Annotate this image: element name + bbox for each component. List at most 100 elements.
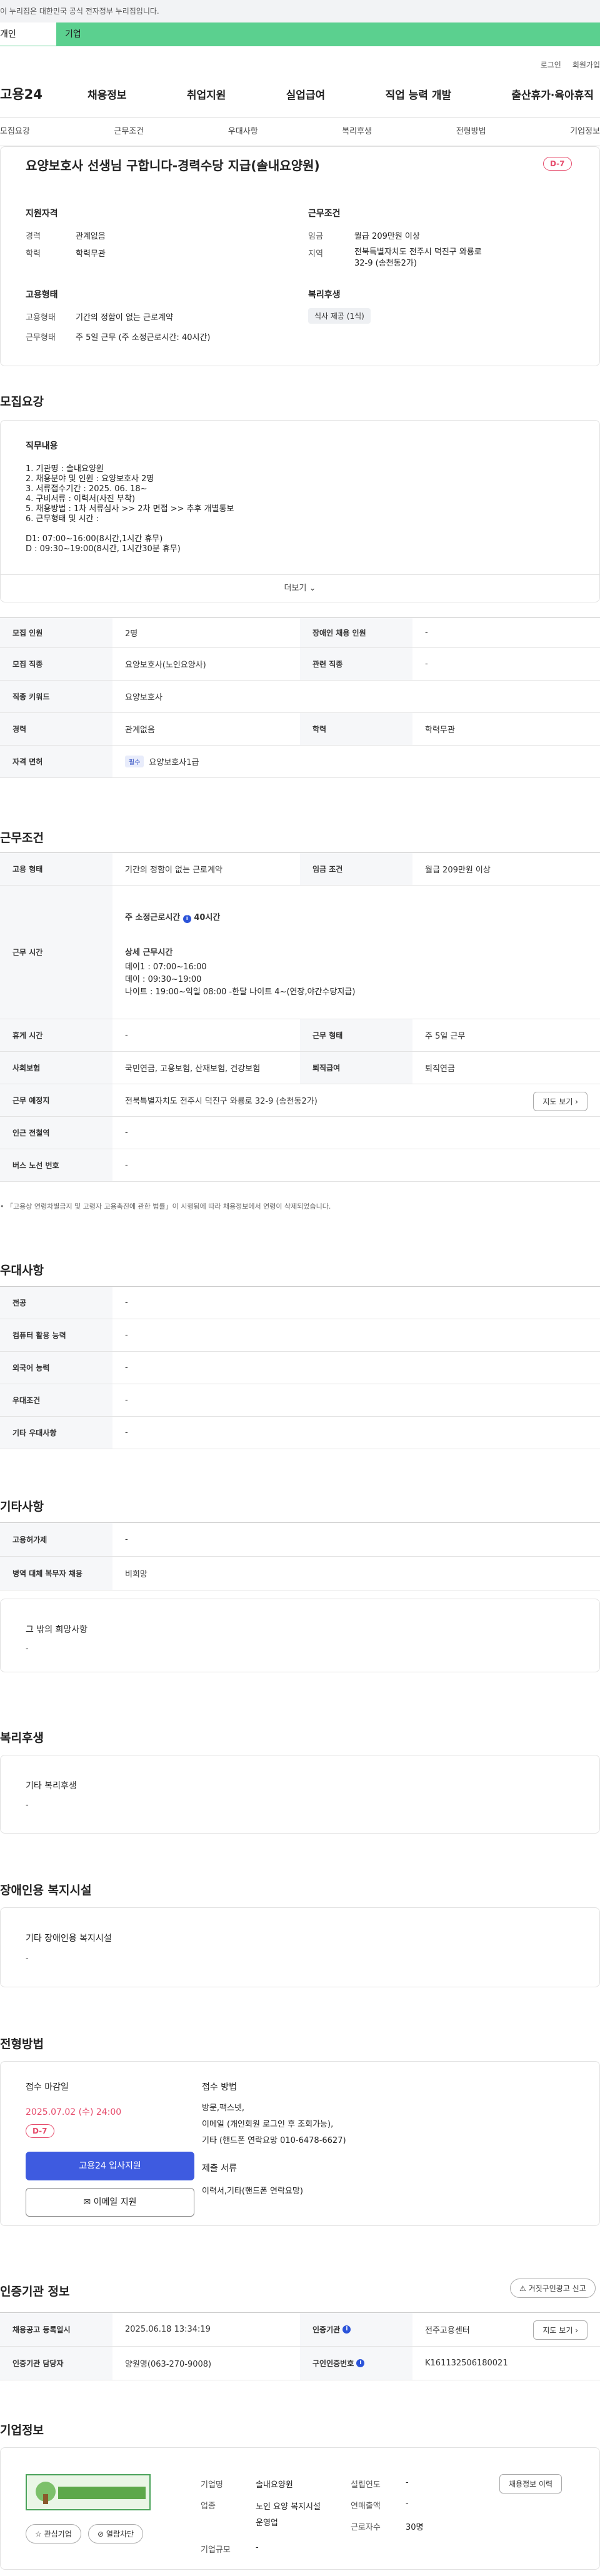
block-button[interactable]: ⊘ 열람차단 (88, 2524, 144, 2544)
nav-parental-leave[interactable]: 출산휴가·육아휴직 (505, 86, 600, 102)
site-logo[interactable]: 고용24 (0, 84, 81, 103)
industry-label: 업종 (201, 2502, 216, 2511)
dday-badge: D-7 (26, 2124, 54, 2138)
role-tabs: 개인 기업 (0, 22, 600, 46)
row-label: 컴퓨터 활용 능력 (0, 1319, 112, 1351)
utility-links: 로그인 회원가입 (0, 46, 600, 70)
welfare-heading: 복리후생 (308, 290, 341, 300)
etype-value: 기간의 정함이 없는 근로계약 (76, 313, 173, 322)
disab-card: 기타 장애인용 복지시설 - (0, 1907, 600, 1987)
anchor-tabs: 모집요강 근무조건 우대사항 복리후생 전형방법 기업정보 (0, 117, 600, 146)
tab-personal[interactable]: 개인 (0, 22, 56, 46)
table-row: 경력 관계없음 학력 학력무관 (0, 713, 600, 746)
recruit-title: 모집요강 (0, 395, 44, 409)
info-icon[interactable]: i (356, 2359, 365, 2367)
employees-label: 근로자수 (351, 2523, 381, 2532)
block-icon: ⊘ (98, 2530, 104, 2539)
map-button[interactable]: 지도 보기 › (533, 1092, 588, 1111)
row-label: 휴게 시간 (0, 1019, 112, 1051)
row-label: 직종 키워드 (0, 681, 112, 712)
row-value: 관계없음 (125, 726, 155, 735)
login-link[interactable]: 로그인 (541, 61, 561, 69)
row-value: - (425, 659, 428, 669)
anchor-recruit[interactable]: 모집요강 (0, 118, 30, 146)
deadline-heading: 접수 마감일 (26, 2082, 69, 2092)
map-button-label: 지도 보기 (542, 2326, 573, 2335)
detail-hours-text: 데이1 : 07:00~16:00 데이 : 09:30~19:00 나이트 :… (125, 962, 356, 997)
signup-link[interactable]: 회원가입 (572, 61, 600, 69)
global-nav: 고용24 채용정보 취업지원 실업급여 직업 능력 개발 출산휴가·육아휴직 (0, 70, 600, 117)
disab-heading: 기타 장애인용 복지시설 (26, 1934, 112, 1944)
career-value: 관계없음 (76, 232, 106, 241)
fav-company-button[interactable]: ☆ 관심기업 (26, 2524, 81, 2544)
welfare-tag: 식사 제공 (1식) (308, 308, 371, 324)
cert-title: 인증기관 정보 (0, 2285, 70, 2299)
cond-heading: 근무조건 (308, 209, 341, 219)
pref-title: 우대사항 (0, 1264, 44, 1277)
row-value: 퇴직연금 (425, 1064, 455, 1074)
nav-jobs[interactable]: 채용정보 (81, 86, 133, 102)
tab-company[interactable]: 기업 (56, 22, 600, 46)
edu-value: 학력무관 (76, 249, 106, 259)
row-value: 기간의 정함이 없는 근로계약 (125, 866, 222, 875)
table-row: 모집 직종 요양보호사(노인요양사) 관련 직종 - (0, 648, 600, 681)
email-apply-label: 이메일 지원 (93, 2197, 137, 2207)
anchor-pref[interactable]: 우대사항 (228, 118, 258, 146)
fav-label: 관심기업 (44, 2530, 72, 2539)
table-row: 고용허가제 - (0, 1523, 600, 1557)
doc-value: 이력서,기타(핸드폰 연락요망) (202, 2187, 303, 2196)
apply-card: 접수 마감일 2025.07.02 (수) 24:00 D-7 고용24 입사지… (0, 2061, 600, 2226)
row-label: 전공 (0, 1287, 112, 1319)
email-apply-button[interactable]: ✉ 이메일 지원 (26, 2188, 194, 2217)
nav-unemployment-benefit[interactable]: 실업급여 (280, 86, 332, 102)
row-label: 고용 형태 (0, 853, 112, 885)
job-summary-card: 요양보호사 선생님 구합니다-경력수당 지급(솔내요양원) D-7 지원자격 근… (0, 146, 600, 366)
report-label: 거짓구인광고 신고 (528, 2284, 586, 2293)
wtype-value: 주 5일 근무 (주 소정근로시간: 40시간) (76, 333, 211, 342)
row-label: 우대조건 (0, 1384, 112, 1416)
age-notice-text: 「고용상 연령차별금지 및 고령자 고용촉진에 관한 법률」이 시행됨에 따라 … (6, 1202, 331, 1211)
detail-hours-heading: 상세 근무시간 (125, 948, 173, 957)
report-button[interactable]: ⚠ 거짓구인광고 신고 (510, 2279, 596, 2298)
employees-value: 30명 (406, 2523, 424, 2532)
career-label: 경력 (26, 232, 41, 241)
row-value: 주 5일 근무 (425, 1032, 466, 1041)
anchor-work[interactable]: 근무조건 (114, 118, 144, 146)
wage-value: 월급 209만원 이상 (354, 232, 420, 241)
row-label: 외국어 능력 (0, 1352, 112, 1384)
more-button[interactable]: 더보기 ⌄ (1, 574, 599, 602)
anchor-apply[interactable]: 전형방법 (456, 118, 486, 146)
row-label: 근무 시간 (0, 886, 112, 1019)
info-icon[interactable]: i (342, 2325, 351, 2334)
row-label: 버스 노선 번호 (0, 1149, 112, 1181)
map-button-label: 지도 보기 (542, 1097, 573, 1106)
star-icon: ☆ (35, 2530, 42, 2539)
row-value: 2025.06.18 13:34:19 (125, 2325, 211, 2334)
nav-employment-support[interactable]: 취업지원 (181, 86, 232, 102)
row-value: - (125, 1298, 128, 1307)
cert-map-button[interactable]: 지도 보기 › (533, 2320, 588, 2340)
apply-button[interactable]: 고용24 입사지원 (26, 2152, 194, 2180)
welfare-heading: 기타 복리후생 (26, 1781, 77, 1791)
license-value: 요양보호사1급 (149, 758, 199, 767)
row-value: 비희망 (125, 1570, 148, 1579)
row-label: 병역 대체 복무자 채용 (0, 1557, 112, 1590)
job-history-button[interactable]: 채용정보 이력 (499, 2474, 562, 2494)
etc-table: 고용허가제 - 병역 대체 복무자 채용 비희망 (0, 1522, 600, 1590)
row-label: 사회보험 (0, 1052, 112, 1084)
row-value: - (125, 1395, 128, 1405)
anchor-welfare[interactable]: 복리후생 (342, 118, 372, 146)
row-value: 2명 (125, 629, 138, 639)
info-icon[interactable]: i (182, 915, 191, 923)
row-value: - (125, 1535, 128, 1544)
age-notice: • 「고용상 연령차별금지 및 고령자 고용촉진에 관한 법률」이 시행됨에 따… (0, 1202, 331, 1211)
nav-vocational-training[interactable]: 직업 능력 개발 (379, 86, 458, 102)
gov-banner: 이 누리집은 대한민국 공식 전자정부 누리집입니다. (0, 0, 600, 22)
table-row: 병역 대체 복무자 채용 비희망 (0, 1557, 600, 1590)
row-label: 인증기관 담당자 (0, 2347, 112, 2380)
row-label: 인근 전철역 (0, 1117, 112, 1149)
row-label: 경력 (0, 713, 112, 745)
etype-label: 고용형태 (26, 313, 56, 322)
row-value: 양원영(063-270-9008) (125, 2360, 212, 2369)
anchor-company[interactable]: 기업정보 (570, 118, 600, 146)
